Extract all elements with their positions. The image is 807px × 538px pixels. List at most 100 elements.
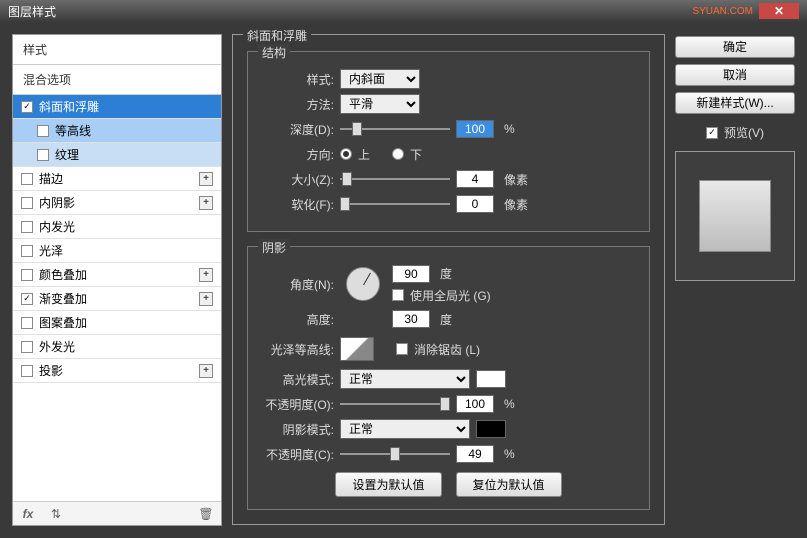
depth-unit: % bbox=[504, 122, 515, 136]
style-row-9[interactable]: 图案叠加 bbox=[13, 311, 221, 335]
style-row-6[interactable]: 光泽 bbox=[13, 239, 221, 263]
right-panel: 确定 取消 新建样式(W)... 预览(V) bbox=[675, 34, 795, 526]
style-label: 内阴影 bbox=[39, 194, 75, 211]
style-select[interactable]: 内斜面 bbox=[340, 69, 420, 89]
style-row-1[interactable]: 等高线 bbox=[13, 119, 221, 143]
global-light-checkbox[interactable] bbox=[392, 289, 404, 301]
highlight-mode-label: 高光模式: bbox=[262, 371, 334, 388]
angle-input[interactable] bbox=[392, 265, 430, 283]
style-label: 外发光 bbox=[39, 338, 75, 355]
antialias-checkbox[interactable] bbox=[396, 343, 408, 355]
preview-checkbox[interactable] bbox=[706, 127, 718, 139]
reset-default-button[interactable]: 复位为默认值 bbox=[456, 472, 562, 497]
styles-header: 样式 bbox=[13, 35, 221, 65]
soften-input[interactable] bbox=[456, 195, 494, 213]
style-label: 光泽 bbox=[39, 242, 63, 259]
angle-dial[interactable] bbox=[346, 267, 380, 301]
bevel-fieldset: 斜面和浮雕 结构 样式: 内斜面 方法: 平滑 深度(D): % bbox=[232, 34, 665, 525]
style-label: 纹理 bbox=[55, 146, 79, 163]
bevel-legend: 斜面和浮雕 bbox=[243, 27, 311, 44]
style-label: 图案叠加 bbox=[39, 314, 87, 331]
soften-label: 软化(F): bbox=[262, 196, 334, 213]
size-label: 大小(Z): bbox=[262, 171, 334, 188]
opacity2-input[interactable] bbox=[456, 445, 494, 463]
opacity1-label: 不透明度(O): bbox=[262, 396, 334, 413]
style-label: 斜面和浮雕 bbox=[39, 98, 99, 115]
gloss-contour-label: 光泽等高线: bbox=[262, 341, 334, 358]
style-checkbox[interactable] bbox=[21, 101, 33, 113]
opacity2-slider[interactable] bbox=[340, 445, 450, 463]
style-checkbox[interactable] bbox=[21, 365, 33, 377]
add-icon[interactable]: + bbox=[199, 364, 213, 378]
preview-box bbox=[675, 151, 795, 281]
direction-label: 方向: bbox=[262, 146, 334, 163]
style-row-4[interactable]: 内阴影 + bbox=[13, 191, 221, 215]
altitude-label: 高度: bbox=[262, 311, 334, 328]
updown-icon[interactable]: ⇅ bbox=[47, 505, 65, 523]
method-label: 方法: bbox=[262, 96, 334, 113]
style-row-11[interactable]: 投影+ bbox=[13, 359, 221, 383]
style-label: 颜色叠加 bbox=[39, 266, 87, 283]
watermark: SYUAN.COM bbox=[692, 6, 753, 17]
style-checkbox[interactable] bbox=[21, 293, 33, 305]
style-row-2[interactable]: 纹理 bbox=[13, 143, 221, 167]
cancel-button[interactable]: 取消 bbox=[675, 64, 795, 86]
styles-panel: 样式 混合选项 斜面和浮雕等高线纹理描边+内阴影+内发光光泽颜色叠加+渐变叠加+… bbox=[12, 34, 222, 526]
window-title: 图层样式 bbox=[8, 3, 56, 20]
close-button[interactable]: ✕ bbox=[759, 3, 799, 19]
add-icon[interactable]: + bbox=[199, 268, 213, 282]
preview-swatch bbox=[699, 180, 771, 252]
depth-input[interactable] bbox=[456, 120, 494, 138]
highlight-color-swatch[interactable] bbox=[476, 370, 506, 388]
style-row-7[interactable]: 颜色叠加 + bbox=[13, 263, 221, 287]
style-checkbox[interactable] bbox=[37, 125, 49, 137]
ok-button[interactable]: 确定 bbox=[675, 36, 795, 58]
shadow-mode-label: 阴影模式: bbox=[262, 421, 334, 438]
new-style-button[interactable]: 新建样式(W)... bbox=[675, 92, 795, 114]
opacity1-unit: % bbox=[504, 397, 515, 411]
direction-up-radio[interactable] bbox=[340, 148, 352, 160]
style-checkbox[interactable] bbox=[21, 317, 33, 329]
style-row-0[interactable]: 斜面和浮雕 bbox=[13, 95, 221, 119]
style-checkbox[interactable] bbox=[21, 269, 33, 281]
depth-slider[interactable] bbox=[340, 120, 450, 138]
trash-icon[interactable]: 🗑 bbox=[197, 505, 215, 523]
style-label: 内发光 bbox=[39, 218, 75, 235]
structure-fieldset: 结构 样式: 内斜面 方法: 平滑 深度(D): % 方向: bbox=[247, 51, 650, 232]
angle-label: 角度(N): bbox=[262, 276, 334, 293]
size-slider[interactable] bbox=[340, 170, 450, 188]
soften-unit: 像素 bbox=[504, 196, 528, 213]
add-icon[interactable]: + bbox=[199, 196, 213, 210]
gloss-contour-swatch[interactable] bbox=[340, 337, 374, 361]
style-row-10[interactable]: 外发光 bbox=[13, 335, 221, 359]
global-light-label: 使用全局光 (G) bbox=[410, 287, 491, 304]
highlight-mode-select[interactable]: 正常 bbox=[340, 369, 470, 389]
depth-label: 深度(D): bbox=[262, 121, 334, 138]
structure-legend: 结构 bbox=[258, 44, 290, 61]
shadow-mode-select[interactable]: 正常 bbox=[340, 419, 470, 439]
opacity1-slider[interactable] bbox=[340, 395, 450, 413]
style-row-3[interactable]: 描边+ bbox=[13, 167, 221, 191]
soften-slider[interactable] bbox=[340, 195, 450, 213]
style-checkbox[interactable] bbox=[21, 245, 33, 257]
style-checkbox[interactable] bbox=[37, 149, 49, 161]
style-row-5[interactable]: 内发光 bbox=[13, 215, 221, 239]
blending-options[interactable]: 混合选项 bbox=[13, 65, 221, 95]
make-default-button[interactable]: 设置为默认值 bbox=[335, 472, 441, 497]
direction-down-label: 下 bbox=[410, 146, 422, 163]
opacity1-input[interactable] bbox=[456, 395, 494, 413]
shadow-color-swatch[interactable] bbox=[476, 420, 506, 438]
fx-icon[interactable]: fx bbox=[19, 505, 37, 523]
style-checkbox[interactable] bbox=[21, 341, 33, 353]
altitude-input[interactable] bbox=[392, 310, 430, 328]
style-checkbox[interactable] bbox=[21, 197, 33, 209]
add-icon[interactable]: + bbox=[199, 292, 213, 306]
style-row-8[interactable]: 渐变叠加+ bbox=[13, 287, 221, 311]
size-input[interactable] bbox=[456, 170, 494, 188]
style-label: 等高线 bbox=[55, 122, 91, 139]
style-checkbox[interactable] bbox=[21, 221, 33, 233]
direction-down-radio[interactable] bbox=[392, 148, 404, 160]
style-checkbox[interactable] bbox=[21, 173, 33, 185]
add-icon[interactable]: + bbox=[199, 172, 213, 186]
method-select[interactable]: 平滑 bbox=[340, 94, 420, 114]
